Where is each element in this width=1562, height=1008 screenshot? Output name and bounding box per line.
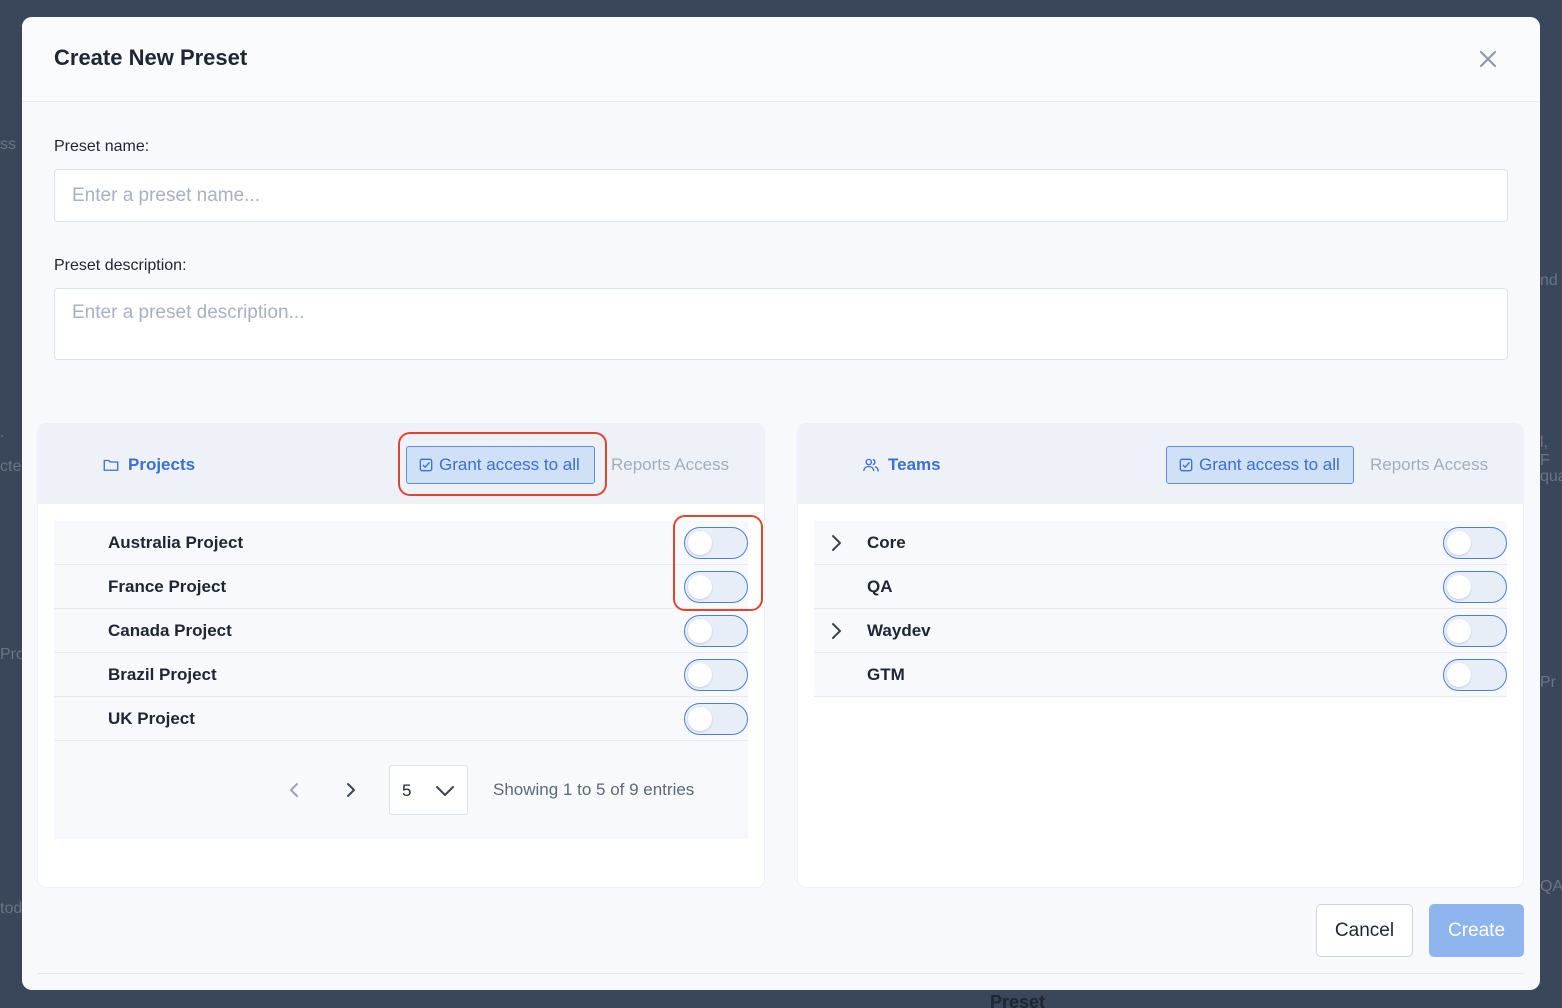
toggle-knob [688, 619, 712, 643]
projects-list: Australia Project France Project Canada … [54, 521, 748, 741]
table-row: Canada Project [54, 609, 748, 653]
team-name: Core [867, 532, 906, 552]
projects-reports-access-label: Reports Access [611, 455, 730, 474]
chevron-right-icon[interactable] [826, 532, 846, 554]
checkbox-icon [419, 458, 433, 472]
grant-access-label: Grant access to all [1199, 455, 1340, 474]
checkbox-icon [1179, 458, 1193, 472]
preset-description-label: Preset description: [54, 257, 187, 274]
table-row: Waydev [814, 609, 1507, 653]
grant-access-label: Grant access to all [439, 455, 580, 474]
teams-list: Core QA Waydev GTM [814, 521, 1507, 697]
teams-title-label: Teams [888, 455, 941, 474]
chevron-down-icon [436, 786, 454, 796]
create-button[interactable]: Create [1429, 904, 1524, 957]
toggle-knob [1447, 531, 1471, 555]
toggle-knob [688, 531, 712, 555]
background-fragment: . [0, 424, 5, 441]
project-name: Brazil Project [108, 664, 217, 684]
teams-panel-header: Teams Grant access to all Reports Access [798, 424, 1523, 504]
background-fragment: QA [1540, 878, 1562, 895]
projects-grant-access-button[interactable]: Grant access to all [406, 446, 595, 484]
preset-description-input[interactable] [54, 288, 1508, 360]
table-row: Core [814, 521, 1507, 565]
project-name: Canada Project [108, 620, 232, 640]
background-fragment: qua [1540, 468, 1562, 485]
team-name: GTM [867, 664, 905, 684]
pagination: 5 Showing 1 to 5 of 9 entries [54, 741, 748, 839]
reports-access-toggle[interactable] [684, 527, 748, 559]
modal-title: Create New Preset [54, 45, 248, 70]
background-fragment: cte [0, 458, 22, 475]
reports-access-toggle[interactable] [684, 571, 748, 603]
background-fragment: ss [0, 136, 16, 153]
toggle-knob [1447, 619, 1471, 643]
chevron-right-icon[interactable] [340, 779, 360, 801]
toggle-knob [688, 575, 712, 599]
teams-panel: Teams Grant access to all Reports Access… [798, 424, 1523, 887]
project-name: France Project [108, 576, 227, 596]
preset-name-label: Preset name: [54, 138, 150, 155]
cancel-button[interactable]: Cancel [1316, 904, 1413, 957]
modal-header: Create New Preset [22, 17, 1540, 102]
chevron-right-icon[interactable] [826, 620, 846, 642]
background-fragment: tod [0, 900, 23, 917]
background-fragment: nd [1540, 272, 1558, 289]
footer-divider [38, 973, 1524, 974]
table-row: UK Project [54, 697, 748, 741]
reports-access-toggle[interactable] [684, 659, 748, 691]
reports-access-toggle[interactable] [1443, 615, 1507, 647]
toggle-knob [688, 663, 712, 687]
create-preset-modal: Create New Preset Preset name: Preset de… [22, 17, 1540, 990]
table-row: QA [814, 565, 1507, 609]
toggle-knob [1447, 575, 1471, 599]
users-icon [863, 458, 879, 472]
reports-access-toggle[interactable] [1443, 659, 1507, 691]
toggle-knob [1447, 663, 1471, 687]
table-row: France Project [54, 565, 748, 609]
chevron-left-icon[interactable] [285, 779, 305, 801]
reports-access-toggle[interactable] [684, 703, 748, 735]
close-icon[interactable] [1476, 47, 1500, 71]
teams-reports-access-label: Reports Access [1370, 455, 1489, 474]
projects-panel: Projects Grant access to all Reports Acc… [38, 424, 764, 887]
table-row: GTM [814, 653, 1507, 697]
reports-access-toggle[interactable] [1443, 571, 1507, 603]
projects-title: Projects [102, 455, 195, 475]
preset-name-input[interactable] [54, 169, 1508, 222]
reports-access-toggle[interactable] [1443, 527, 1507, 559]
projects-panel-header: Projects Grant access to all Reports Acc… [38, 424, 764, 504]
table-row: Brazil Project [54, 653, 748, 697]
pagination-info: Showing 1 to 5 of 9 entries [493, 780, 695, 799]
team-name: QA [867, 576, 893, 596]
background-fragment: l, F [1540, 434, 1550, 469]
folder-icon [103, 459, 119, 471]
teams-grant-access-button[interactable]: Grant access to all [1166, 446, 1354, 484]
projects-title-label: Projects [128, 455, 196, 474]
page-size-value: 5 [402, 781, 412, 800]
teams-title: Teams [862, 455, 941, 475]
project-name: Australia Project [108, 532, 244, 552]
team-name: Waydev [867, 620, 931, 640]
background-fragment: Pr [1540, 674, 1556, 691]
table-row: Australia Project [54, 521, 748, 565]
background-fragment: Preset [990, 992, 1046, 1008]
reports-access-toggle[interactable] [684, 615, 748, 647]
toggle-knob [688, 707, 712, 731]
project-name: UK Project [108, 708, 195, 728]
page-size-select[interactable]: 5 [389, 765, 468, 815]
